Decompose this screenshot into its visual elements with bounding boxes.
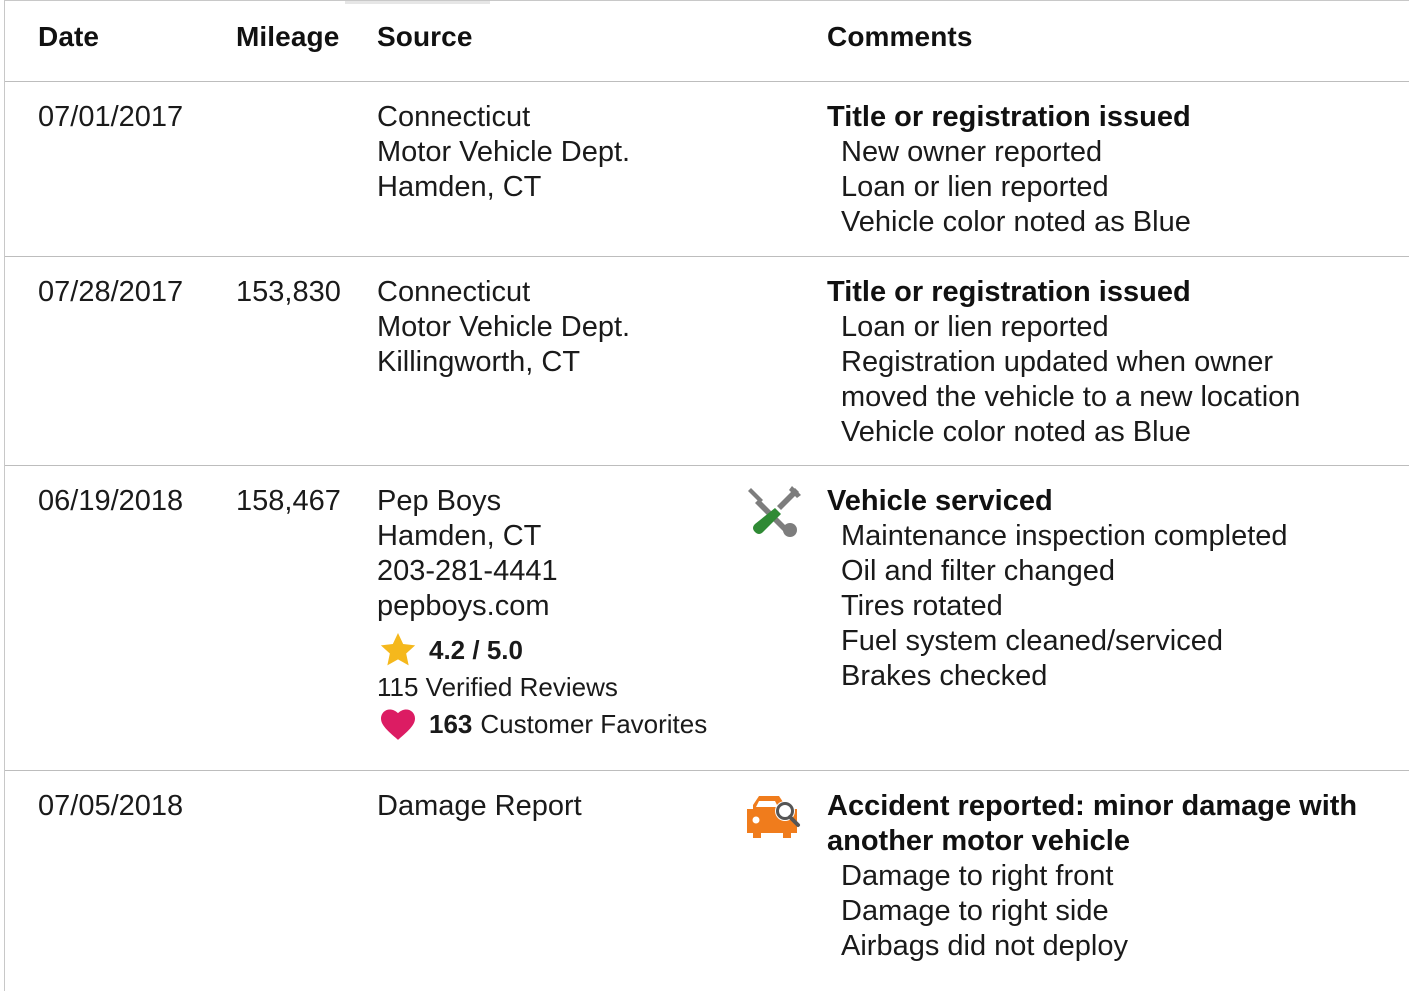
source-line: Hamden, CT bbox=[377, 171, 542, 203]
table-row: 07/05/2018 Damage Report Accident report… bbox=[5, 771, 1409, 991]
row-date: 07/05/2018 bbox=[38, 790, 184, 822]
comment-item: Brakes checked bbox=[841, 660, 1048, 692]
source-line: Connecticut bbox=[377, 101, 531, 133]
comment-title: Title or registration issued bbox=[827, 101, 1191, 133]
row-comments: Vehicle serviced Maintenance inspection … bbox=[827, 484, 1288, 694]
table-row: 06/19/2018 158,467 Pep Boys Hamden, CT 2… bbox=[5, 466, 1409, 771]
source-line: Connecticut bbox=[377, 276, 531, 308]
comment-item: Fuel system cleaned/serviced bbox=[841, 625, 1223, 657]
row-source: Connecticut Motor Vehicle Dept. Killingw… bbox=[377, 275, 630, 380]
row-comments: Title or registration issued New owner r… bbox=[827, 100, 1191, 240]
heart-icon bbox=[381, 709, 415, 740]
row-mileage: 158,467 bbox=[236, 485, 341, 517]
table-row: 07/01/2017 Connecticut Motor Vehicle Dep… bbox=[5, 82, 1409, 257]
comment-item: Registration updated when owner bbox=[841, 346, 1274, 378]
row-source: Connecticut Motor Vehicle Dept. Hamden, … bbox=[377, 100, 630, 205]
comment-item: Loan or lien reported bbox=[841, 311, 1109, 343]
comment-item: Damage to right front bbox=[841, 860, 1114, 892]
row-date: 07/28/2017 bbox=[38, 276, 184, 308]
header-date: Date bbox=[38, 21, 100, 52]
customer-favorites: 163 Customer Favorites bbox=[377, 704, 707, 744]
shop-rating: 4.2 / 5.0 bbox=[377, 630, 707, 670]
favorites-count: 163 bbox=[429, 708, 473, 739]
favorites-label: Customer Favorites bbox=[480, 708, 708, 739]
table-row: 07/28/2017 153,830 Connecticut Motor Veh… bbox=[5, 257, 1409, 466]
row-source: Pep Boys Hamden, CT 203-281-4441 pepboys… bbox=[377, 484, 707, 744]
source-line: Motor Vehicle Dept. bbox=[377, 311, 631, 343]
comment-item: Oil and filter changed bbox=[841, 555, 1116, 587]
row-mileage: 153,830 bbox=[236, 276, 341, 308]
comment-title: Title or registration issued bbox=[827, 276, 1191, 308]
source-line: Pep Boys bbox=[377, 485, 502, 517]
comment-item: New owner reported bbox=[841, 136, 1103, 168]
row-source: Damage Report bbox=[377, 789, 582, 824]
wrench-screwdriver-icon bbox=[745, 484, 803, 542]
source-website-link[interactable]: pepboys.com bbox=[377, 589, 707, 624]
comment-item: Maintenance inspection completed bbox=[841, 520, 1288, 552]
comment-title: another motor vehicle bbox=[827, 825, 1130, 857]
comment-item: Vehicle color noted as Blue bbox=[841, 206, 1191, 238]
comment-item: Tires rotated bbox=[841, 590, 1003, 622]
car-damage-search-icon bbox=[745, 793, 803, 851]
table-header: Date Mileage Source Comments bbox=[5, 1, 1409, 82]
comment-title: Vehicle serviced bbox=[827, 485, 1053, 517]
comment-item: Damage to right side bbox=[841, 895, 1109, 927]
source-line: Killingworth, CT bbox=[377, 346, 581, 378]
header-source: Source bbox=[377, 21, 473, 52]
verified-reviews-link[interactable]: 115 Verified Reviews bbox=[377, 670, 707, 704]
row-comments: Title or registration issued Loan or lie… bbox=[827, 275, 1300, 450]
row-date: 06/19/2018 bbox=[38, 485, 184, 517]
row-date: 07/01/2017 bbox=[38, 101, 184, 133]
comment-item: Loan or lien reported bbox=[841, 171, 1109, 203]
source-line: Hamden, CT bbox=[377, 520, 542, 552]
source-line: Damage Report bbox=[377, 790, 582, 822]
comment-item: Airbags did not deploy bbox=[841, 930, 1128, 962]
comment-item: moved the vehicle to a new location bbox=[841, 381, 1301, 413]
source-line: Motor Vehicle Dept. bbox=[377, 136, 631, 168]
history-table: Date Mileage Source Comments 07/01/2017 … bbox=[4, 0, 1409, 991]
comment-title: Accident reported: minor damage with bbox=[827, 790, 1358, 822]
header-mileage: Mileage bbox=[236, 21, 340, 52]
row-comments: Accident reported: minor damage with ano… bbox=[827, 789, 1357, 964]
source-phone[interactable]: 203-281-4441 bbox=[377, 554, 707, 589]
star-icon bbox=[380, 633, 416, 666]
comment-item: Vehicle color noted as Blue bbox=[841, 416, 1191, 448]
rating-value: 4.2 / 5.0 bbox=[429, 634, 523, 665]
header-comments: Comments bbox=[827, 21, 973, 52]
